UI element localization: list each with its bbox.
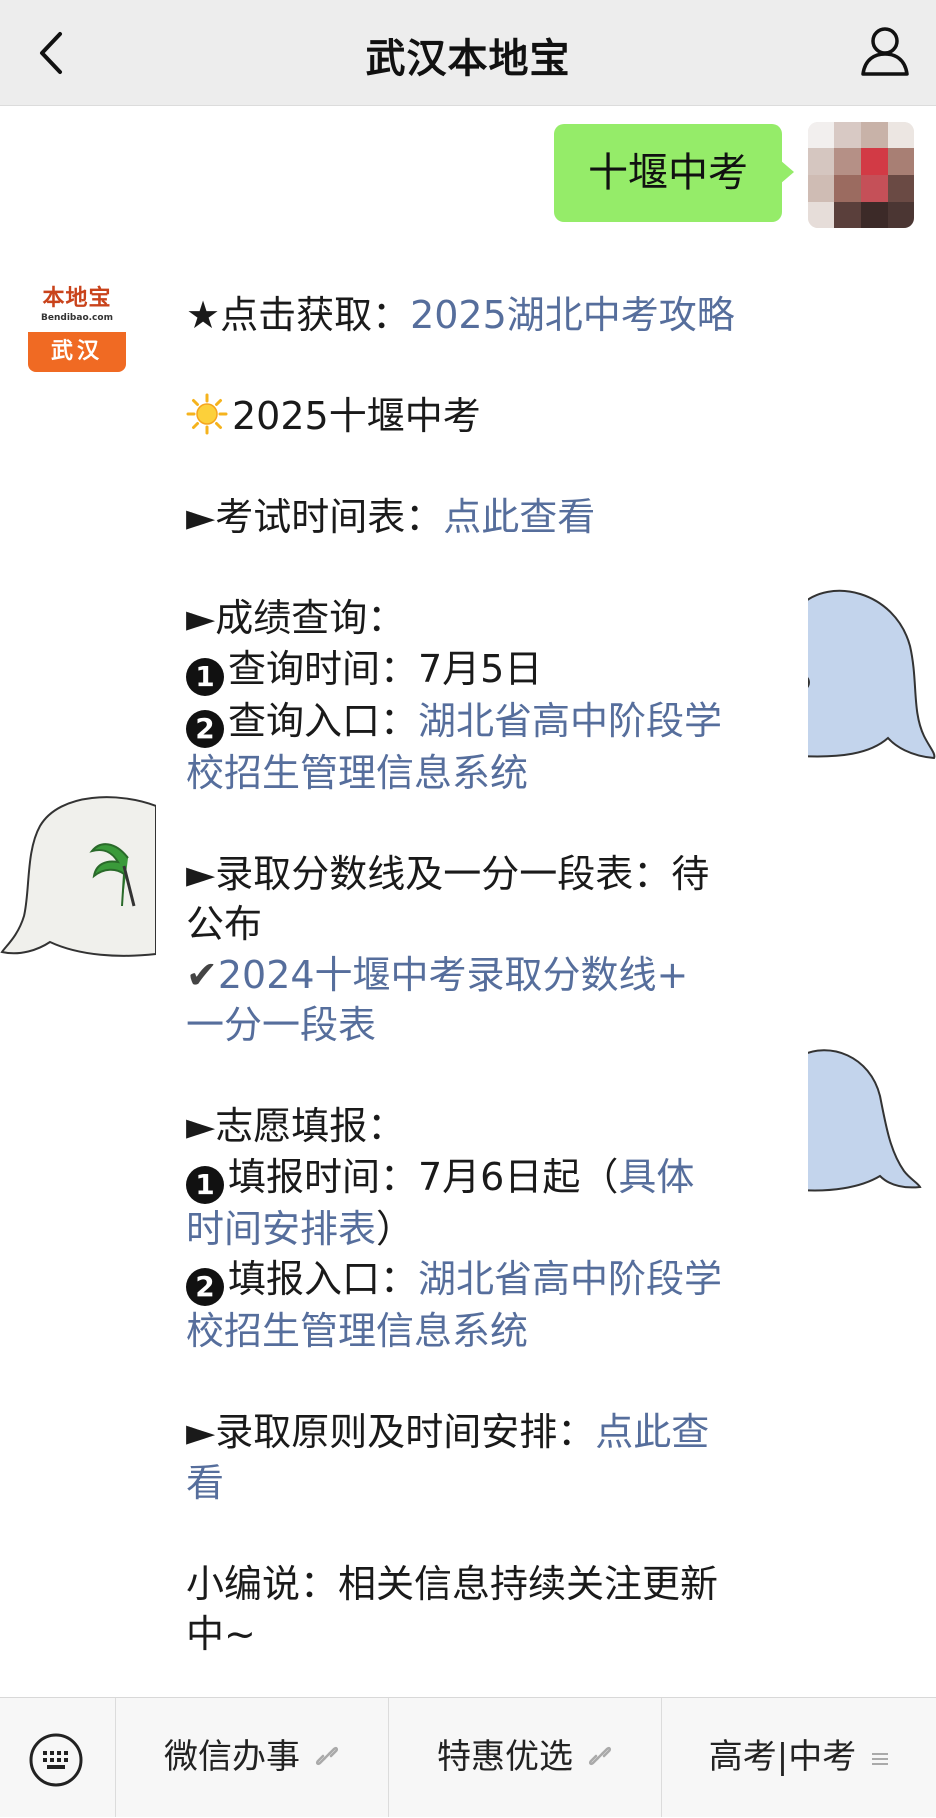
cutoff-2024-link[interactable]: 2024十堰中考录取分数线+ <box>218 953 689 997</box>
cutoff-2024-link-cont[interactable]: 一分一段表 <box>186 1000 778 1051</box>
menu-label: 微信办事 <box>164 1737 300 1777</box>
schedule-link[interactable]: 点此查看 <box>443 495 595 539</box>
sticker-ghost-left-icon <box>0 796 156 957</box>
message-paragraph-admission-rules: ►录取原则及时间安排：点此查 看 <box>186 1407 778 1508</box>
number-1-icon: 1 <box>186 1165 224 1204</box>
score-query-heading: ►成绩查询： <box>186 596 406 640</box>
cutoff-text-line1: ►录取分数线及一分一段表：待 <box>186 851 710 896</box>
message-paragraph-editor-note: 小编说：相关信息持续关注更新 中~ <box>186 1559 778 1660</box>
keyboard-toggle-button[interactable] <box>0 1698 114 1817</box>
application-schedule-link[interactable]: 具体 <box>618 1155 694 1199</box>
message-paragraph-guide: ★点击获取：2025湖北中考攻略 <box>186 290 778 341</box>
person-icon <box>861 27 909 76</box>
message-paragraph-cutoff: ►录取分数线及一分一段表：待 公布 ✔2024十堰中考录取分数线+ 一分一段表 <box>186 849 778 1051</box>
message-paragraph-schedule: ►考试时间表：点此查看 <box>186 492 778 543</box>
score-query-time: 查询时间：7月5日 <box>228 646 543 691</box>
application-entry-link[interactable]: 湖北省高中阶段学 <box>418 1257 722 1301</box>
guide-prefix: ★点击获取： <box>186 293 411 337</box>
profile-button[interactable] <box>858 24 912 78</box>
bendibao-logo: 本地宝 Bendibao.com <box>28 274 126 332</box>
menu-wechat-service[interactable]: 微信办事 <box>115 1698 388 1817</box>
score-query-entry-link-cont[interactable]: 校招生管理信息系统 <box>186 748 778 799</box>
logo-text: 本地宝 <box>42 286 112 311</box>
logo-url: Bendibao.com <box>41 313 113 323</box>
application-entry-prefix: 填报入口： <box>228 1257 419 1301</box>
menu-lines-icon <box>870 1699 890 1818</box>
application-heading: ►志愿填报： <box>186 1104 406 1148</box>
editor-note-line2: 中~ <box>186 1612 256 1656</box>
user-avatar[interactable] <box>808 122 914 228</box>
page-title: 武汉本地宝 <box>365 36 571 82</box>
sticker-ghost-right-top-icon <box>800 589 936 760</box>
number-2-icon: 2 <box>186 709 224 748</box>
nav-header: 武汉本地宝 <box>0 0 936 106</box>
link-icon <box>587 1699 613 1818</box>
keyboard-icon <box>29 1733 83 1787</box>
number-1-icon: 1 <box>186 657 224 696</box>
score-query-entry-link[interactable]: 湖北省高中阶段学 <box>418 699 722 743</box>
score-query-entry-prefix: 查询入口： <box>228 698 419 743</box>
application-time-close: ） <box>376 1206 415 1251</box>
application-schedule-link-cont[interactable]: 时间安排表 <box>186 1207 376 1251</box>
sticker-ghost-right-bottom-icon <box>800 1049 922 1192</box>
cutoff-text-line2: 公布 <box>186 902 263 946</box>
bot-avatar[interactable]: 本地宝 Bendibao.com 武汉 <box>28 274 126 372</box>
message-paragraph-score-query: ►成绩查询： 1 查询时间：7月5日 2 查询入口：湖北省高中阶段学 校招生管理信息… <box>186 593 778 798</box>
admission-rules-link[interactable]: 点此查 <box>595 1410 709 1454</box>
checkmark-icon: ✔ <box>186 952 218 997</box>
link-icon <box>314 1699 340 1818</box>
bottom-menu-bar: 微信办事 特惠优选 高考|中考 <box>0 1697 936 1817</box>
editor-note-line1: 小编说：相关信息持续关注更新 <box>186 1561 719 1606</box>
menu-special-offers[interactable]: 特惠优选 <box>388 1698 661 1817</box>
admission-rules-link-cont[interactable]: 看 <box>186 1458 778 1509</box>
menu-label: 特惠优选 <box>437 1737 573 1777</box>
chat-area[interactable]: 十堰中考 本地宝 Bendibao.com 武汉 ★点击获取：2025湖北中考攻… <box>0 106 936 1696</box>
pixelated-avatar-icon <box>808 122 914 228</box>
guide-link[interactable]: 2025湖北中考攻略 <box>410 293 735 337</box>
menu-label: 高考|中考 <box>708 1737 857 1777</box>
message-paragraph-application: ►志愿填报： 1 填报时间：7月6日起（具体 时间安排表） 2 填报入口：湖北省高中… <box>186 1101 778 1357</box>
application-time: 填报时间：7月6日起（ <box>228 1154 619 1199</box>
sun-emoji-icon <box>186 393 228 435</box>
number-2-icon: 2 <box>186 1268 224 1306</box>
incoming-message-bubble: ★点击获取：2025湖北中考攻略 2025十堰中考 ►考试时间表：点此查看 ►成… <box>156 266 808 1696</box>
section-title: 2025十堰中考 <box>232 394 481 438</box>
admission-rules-prefix: ►录取原则及时间安排： <box>186 1410 596 1454</box>
menu-gaokao-zhongkao[interactable]: 高考|中考 <box>661 1698 936 1817</box>
application-entry-link-cont[interactable]: 校招生管理信息系统 <box>186 1306 778 1357</box>
schedule-prefix: ►考试时间表： <box>186 495 444 539</box>
message-paragraph-title: 2025十堰中考 <box>186 391 778 442</box>
outgoing-message-bubble[interactable]: 十堰中考 <box>554 124 794 222</box>
logo-city: 武汉 <box>28 332 126 372</box>
